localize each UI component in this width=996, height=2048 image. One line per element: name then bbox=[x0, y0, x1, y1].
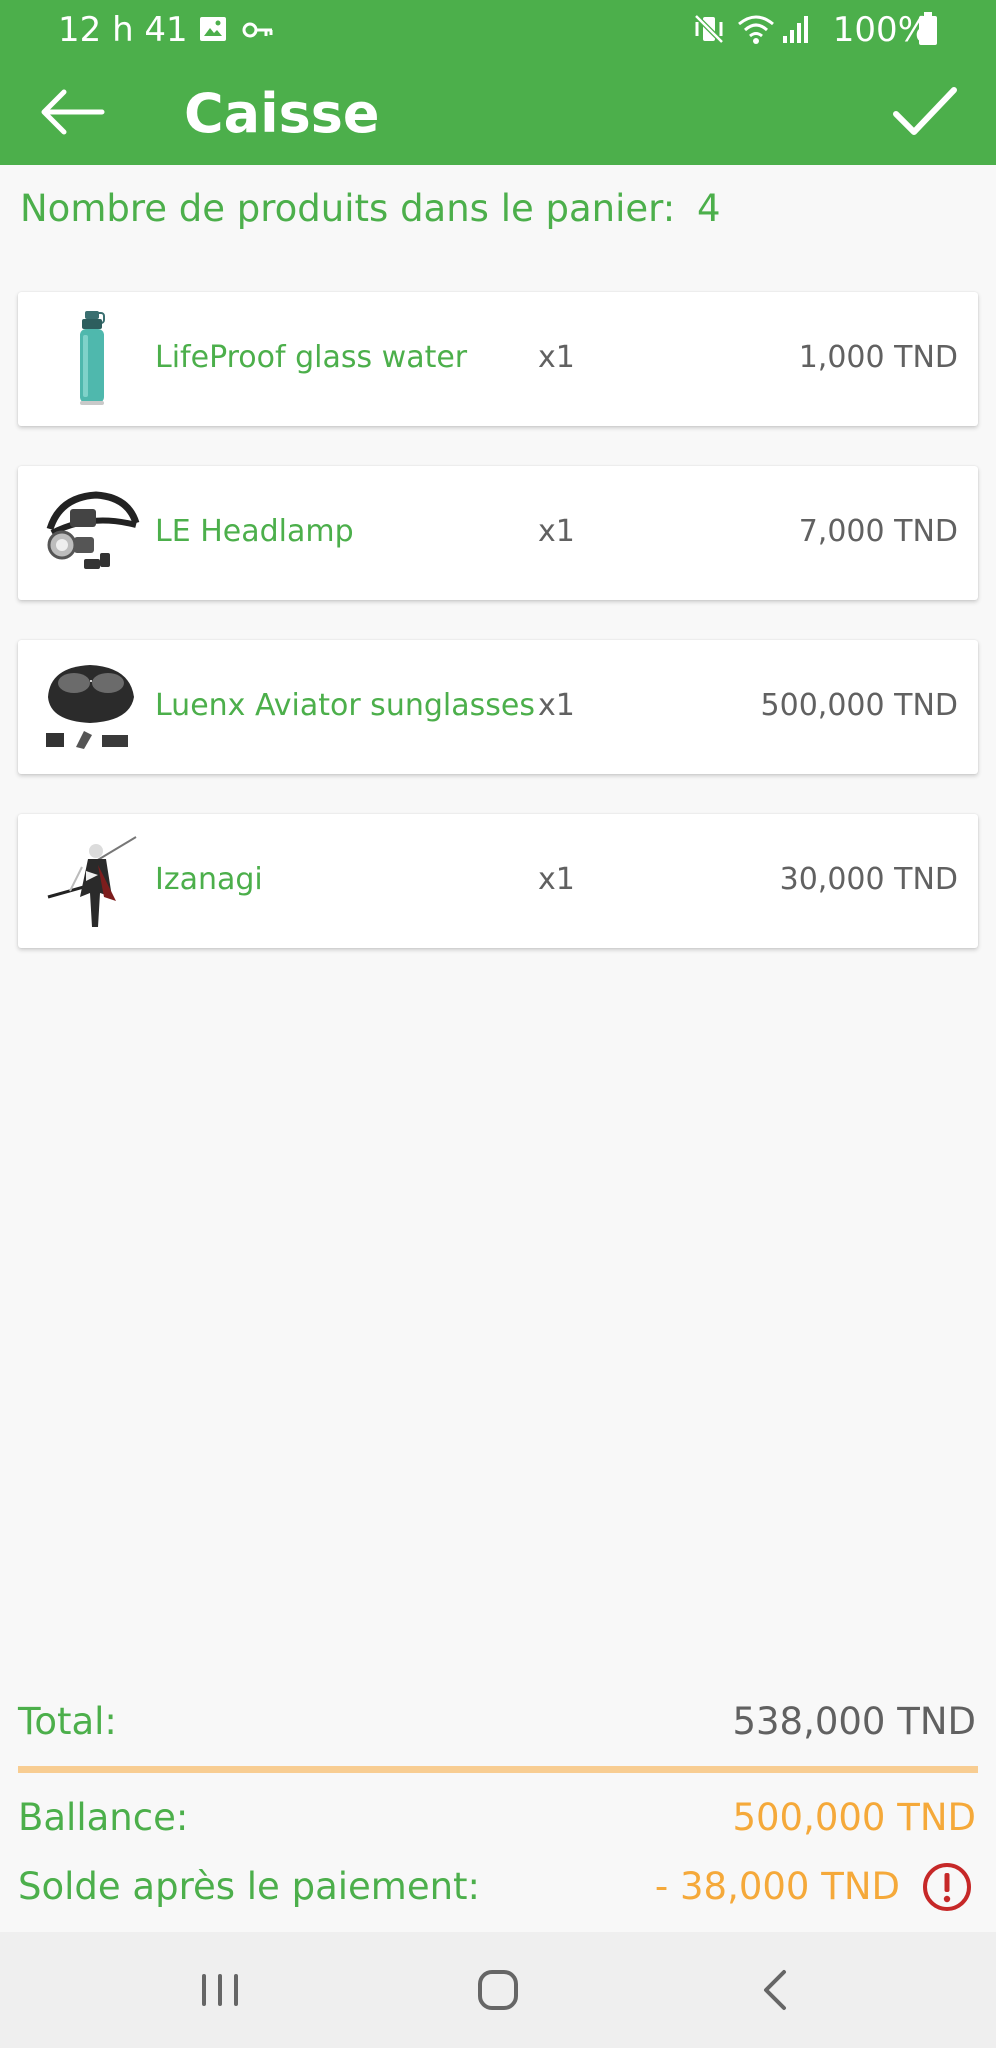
image-icon bbox=[198, 14, 228, 48]
cart-count-value: 4 bbox=[696, 187, 721, 230]
total-value: 538,000 TND bbox=[732, 1700, 976, 1743]
status-bar: 12 h 41 100% bbox=[0, 0, 996, 60]
balance-after-payment-label: Solde après le paiement: bbox=[18, 1865, 481, 1908]
cart-count-label: Nombre de produits dans le panier: bbox=[20, 187, 676, 230]
item-price: 7,000 TND bbox=[798, 514, 958, 549]
cart-item-card[interactable]: LE Headlamp x1 7,000 TND bbox=[18, 466, 978, 600]
back-arrow-icon[interactable] bbox=[36, 80, 110, 144]
item-quantity: x1 bbox=[538, 514, 575, 549]
balance-value: 500,000 TND bbox=[732, 1796, 976, 1839]
item-quantity: x1 bbox=[538, 688, 575, 723]
water-bottle-image bbox=[40, 309, 140, 409]
system-nav-bar bbox=[0, 1932, 996, 2048]
item-name: LE Headlamp bbox=[155, 514, 354, 549]
cart-item-card[interactable]: LifeProof glass water x1 1,000 TND bbox=[18, 292, 978, 426]
app-header: 12 h 41 100% Caisse bbox=[0, 0, 996, 165]
item-price: 1,000 TND bbox=[798, 340, 958, 375]
battery-percent: 100% bbox=[832, 10, 930, 50]
battery-icon bbox=[918, 12, 938, 50]
alert-circle-icon[interactable] bbox=[922, 1862, 972, 1912]
item-name: LifeProof glass water bbox=[155, 340, 468, 375]
page-title: Caisse bbox=[184, 82, 380, 145]
key-icon bbox=[242, 18, 274, 46]
check-icon[interactable] bbox=[888, 80, 962, 144]
signal-icon bbox=[782, 14, 810, 48]
sunglasses-image bbox=[40, 657, 140, 757]
cart-item-card[interactable]: Izanagi x1 30,000 TND bbox=[18, 814, 978, 948]
status-time: 12 h 41 bbox=[58, 10, 188, 50]
home-icon[interactable] bbox=[468, 1962, 528, 2018]
item-price: 500,000 TND bbox=[760, 688, 958, 723]
figure-image bbox=[40, 831, 140, 931]
recent-apps-icon[interactable] bbox=[190, 1962, 250, 2018]
item-name: Luenx Aviator sunglasses bbox=[155, 688, 535, 723]
headlamp-image bbox=[40, 483, 140, 583]
vibrate-mute-icon bbox=[692, 12, 726, 50]
item-name: Izanagi bbox=[155, 862, 263, 897]
item-quantity: x1 bbox=[538, 862, 575, 897]
cart-item-card[interactable]: Luenx Aviator sunglasses x1 500,000 TND bbox=[18, 640, 978, 774]
balance-label: Ballance: bbox=[18, 1796, 189, 1839]
wifi-icon bbox=[736, 12, 776, 50]
item-price: 30,000 TND bbox=[779, 862, 958, 897]
back-icon[interactable] bbox=[746, 1962, 806, 2018]
summary-divider bbox=[18, 1766, 978, 1773]
balance-after-payment-value: - 38,000 TND bbox=[654, 1865, 900, 1908]
cart-count-line: Nombre de produits dans le panier: 4 bbox=[20, 186, 731, 232]
total-label: Total: bbox=[18, 1700, 117, 1743]
item-quantity: x1 bbox=[538, 340, 575, 375]
